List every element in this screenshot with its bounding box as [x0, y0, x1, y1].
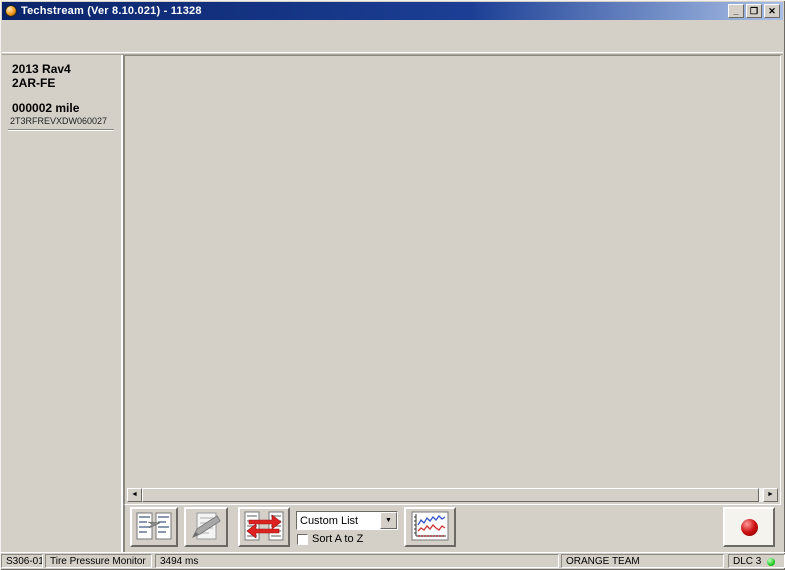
- record-button[interactable]: [723, 507, 775, 547]
- status-connection-label: DLC 3: [733, 556, 761, 567]
- list-selector-dropdown[interactable]: Custom List ▼: [296, 511, 398, 530]
- window-title: Techstream (Ver 8.10.021) - 11328: [21, 5, 728, 17]
- scroll-left-arrow-icon[interactable]: ◄: [127, 488, 142, 502]
- close-window-button[interactable]: ✕: [764, 4, 780, 18]
- sort-checkbox-label: Sort A to Z: [312, 533, 363, 545]
- scroll-right-arrow-icon[interactable]: ►: [763, 488, 778, 502]
- window-controls: _ ❐ ✕: [728, 4, 780, 18]
- pencil-document-icon: [190, 511, 222, 544]
- minimize-button[interactable]: _: [728, 4, 744, 18]
- line-graph-icon: [411, 511, 449, 544]
- sidebar-divider: [8, 129, 114, 131]
- swap-lists-icon: [244, 510, 284, 545]
- engine-label: 2AR-FE: [12, 76, 55, 90]
- sort-checkbox[interactable]: [297, 534, 308, 545]
- status-bar: S306-01 Tire Pressure Monitor 3494 ms OR…: [0, 552, 785, 568]
- right-table-wrap: [447, 61, 776, 493]
- chevron-down-icon[interactable]: ▼: [380, 512, 397, 529]
- swap-list-button[interactable]: [238, 507, 290, 547]
- techstream-window: { "window": { "title": "Techstream (Ver …: [0, 0, 785, 570]
- status-connection: DLC 3: [728, 554, 785, 568]
- status-screen-id: S306-01: [1, 554, 43, 568]
- vin-label: 2T3RFREVXDW060027: [10, 116, 107, 126]
- status-team: ORANGE TEAM: [561, 554, 724, 568]
- dropdown-value: Custom List: [297, 515, 380, 527]
- edit-list-button[interactable]: [184, 507, 228, 547]
- status-response-time: 3494 ms: [155, 554, 559, 568]
- select-list-button[interactable]: [130, 507, 178, 547]
- left-table-wrap: [127, 61, 444, 493]
- horizontal-scrollbar[interactable]: ◄ ►: [127, 488, 778, 502]
- menu-bar: [2, 20, 783, 35]
- graph-button[interactable]: [404, 507, 456, 547]
- sidebar: 2013 Rav4 2AR-FE 000002 mile 2T3RFREVXDW…: [2, 55, 123, 552]
- app-icon: [5, 5, 17, 17]
- restore-button[interactable]: ❐: [746, 4, 762, 18]
- sort-option: Sort A to Z: [297, 533, 363, 545]
- tab-bar: [3, 35, 783, 52]
- green-dot-icon: [767, 558, 775, 566]
- odometer-label: 000002 mile: [12, 101, 79, 115]
- status-system: Tire Pressure Monitor: [45, 554, 152, 568]
- dual-list-icon: [136, 511, 172, 544]
- vehicle-model-label: 2013 Rav4: [12, 62, 71, 76]
- title-bar: Techstream (Ver 8.10.021) - 11328 _ ❐ ✕: [2, 2, 783, 20]
- record-icon: [741, 519, 758, 536]
- scrollbar-thumb[interactable]: [142, 488, 759, 502]
- data-list-panel: ◄ ►: [124, 55, 781, 505]
